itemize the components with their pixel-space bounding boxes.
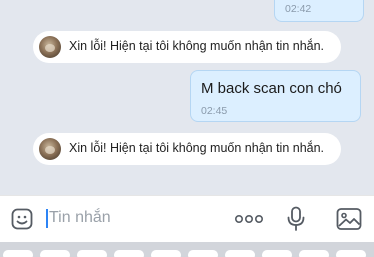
keyboard [0,242,374,257]
message-time: 02:42 [285,3,312,15]
sticker-icon[interactable] [10,207,34,231]
keyboard-key[interactable] [225,250,255,257]
keyboard-key[interactable] [40,250,70,257]
message-list[interactable]: 02:42 Xin lỗi! Hiện tại tôi không muốn n… [0,0,374,195]
image-icon[interactable] [336,207,362,231]
chat-screen: 02:42 Xin lỗi! Hiện tại tôi không muốn n… [0,0,374,257]
keyboard-key[interactable] [262,250,292,257]
auto-reply-notice: Xin lỗi! Hiện tại tôi không muốn nhận ti… [33,133,341,165]
message-time: 02:45 [201,105,228,117]
message-composer: Tin nhắn [0,195,374,242]
keyboard-key[interactable] [3,250,33,257]
auto-reply-text: Xin lỗi! Hiện tại tôi không muốn nhận ti… [69,39,325,53]
keyboard-key[interactable] [114,250,144,257]
microphone-icon[interactable] [286,206,306,232]
keyboard-key[interactable] [336,250,366,257]
message-text: M back scan con chó [201,80,342,97]
text-cursor [46,209,48,228]
keyboard-key[interactable] [188,250,218,257]
keyboard-key[interactable] [151,250,181,257]
avatar[interactable] [39,36,61,58]
outgoing-message[interactable]: 02:42 [274,0,364,22]
keyboard-key[interactable] [299,250,329,257]
more-icon[interactable] [234,211,264,227]
auto-reply-notice: Xin lỗi! Hiện tại tôi không muốn nhận ti… [33,31,341,63]
keyboard-key[interactable] [77,250,107,257]
auto-reply-text: Xin lỗi! Hiện tại tôi không muốn nhận ti… [69,141,325,155]
outgoing-message[interactable]: M back scan con chó 02:45 [190,70,361,122]
avatar[interactable] [39,138,61,160]
message-input[interactable]: Tin nhắn [49,209,111,227]
